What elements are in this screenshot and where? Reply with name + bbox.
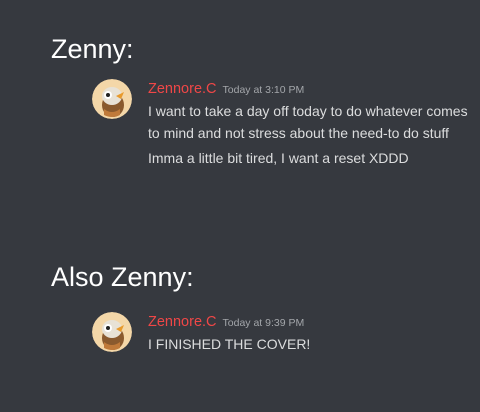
timestamp[interactable]: Today at 9:39 PM [223, 317, 305, 329]
timestamp[interactable]: Today at 3:10 PM [223, 84, 305, 96]
message-header: Zennore.C Today at 3:10 PM [148, 79, 468, 99]
message-group: Zennore.C Today at 9:39 PM I FINISHED THE… [92, 312, 472, 362]
message-group: Zennore.C Today at 3:10 PM I want to take… [92, 79, 472, 219]
owl-avatar-icon[interactable] [92, 312, 132, 352]
username[interactable]: Zennore.C [148, 314, 217, 330]
message-header: Zennore.C Today at 9:39 PM [148, 312, 468, 332]
owl-avatar-icon[interactable] [92, 79, 132, 119]
message-text: I FINISHED THE COVER! [148, 336, 311, 352]
message-text: Imma a little bit tired, I want a reset … [148, 150, 409, 166]
message-text: I want to take a day off today to do wha… [148, 103, 468, 141]
message-content: Zennore.C Today at 9:39 PM I FINISHED THE… [148, 312, 468, 355]
heading-zenny: Zenny: [51, 34, 134, 64]
heading-also-zenny: Also Zenny: [51, 262, 194, 292]
message-content: Zennore.C Today at 3:10 PM I want to take… [148, 79, 468, 169]
username[interactable]: Zennore.C [148, 81, 217, 97]
